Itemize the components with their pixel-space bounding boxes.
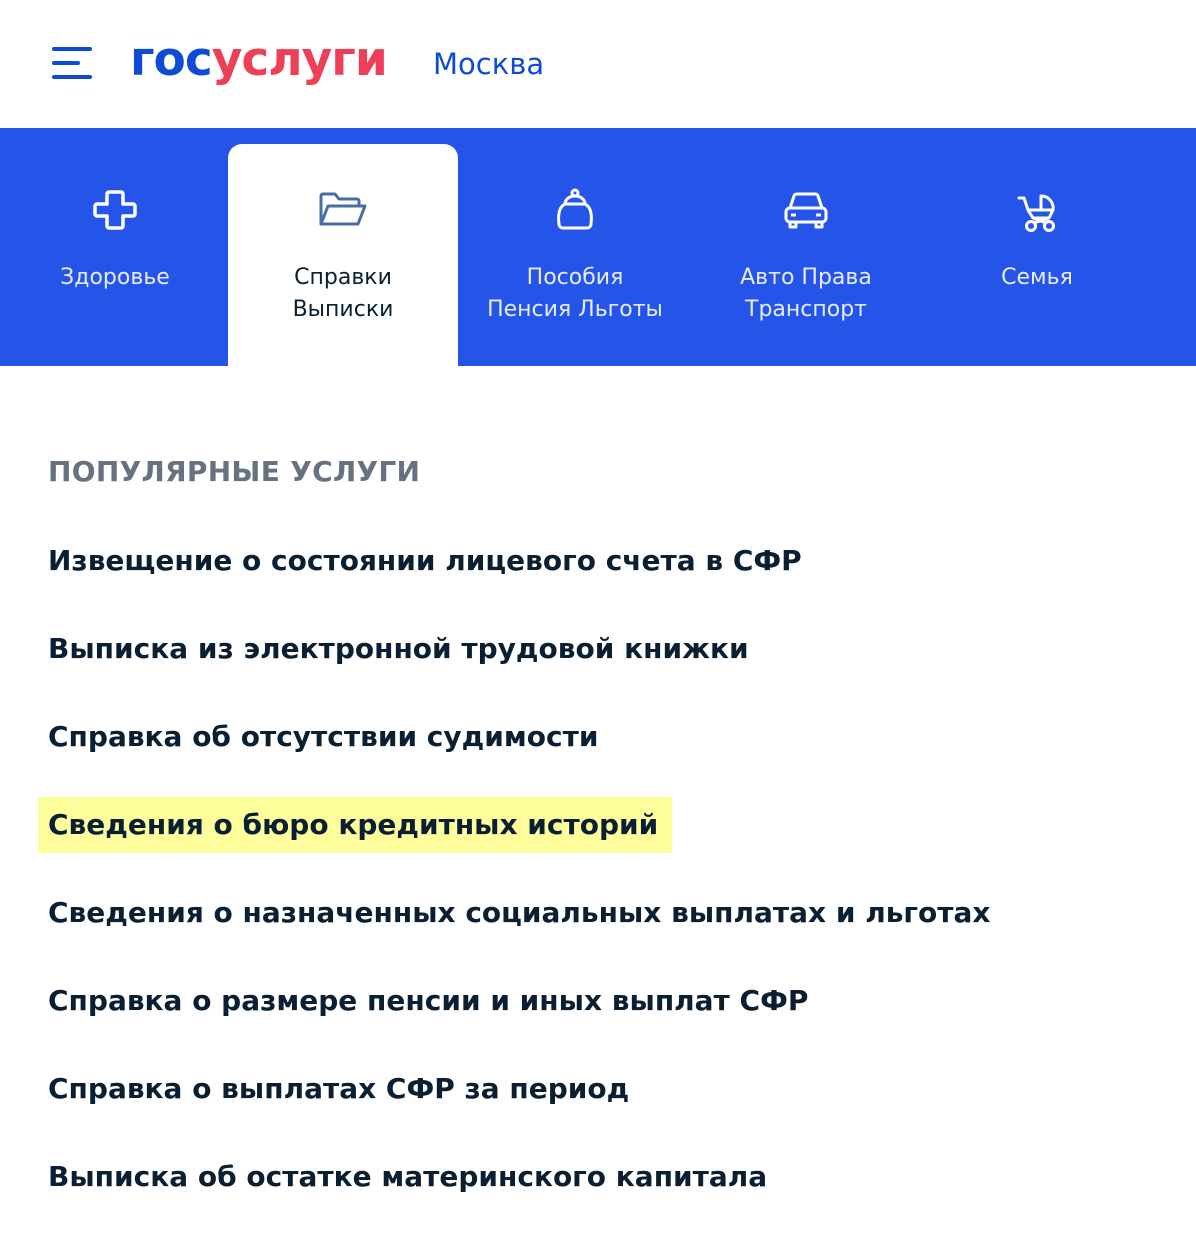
service-link-sfr-payments-period[interactable]: Справка о выплатах СФР за период <box>48 1069 629 1109</box>
category-benefits[interactable]: Пособия Пенсия Льготы <box>460 144 690 366</box>
category-label: Авто Права Транспорт <box>740 265 872 322</box>
city-selector[interactable]: Москва <box>433 44 544 84</box>
logo-part-gos: гос <box>130 32 213 87</box>
category-health[interactable]: Здоровье <box>0 144 230 366</box>
folder-icon <box>317 184 369 236</box>
car-icon <box>780 184 832 236</box>
category-label: Семья <box>1001 265 1073 290</box>
service-link-social-payments[interactable]: Сведения о назначенных социальных выплат… <box>48 893 990 933</box>
service-link-no-criminal-record[interactable]: Справка об отсутствии судимости <box>48 717 598 757</box>
logo-part-uslugi: услуги <box>211 32 388 87</box>
category-label: Пособия Пенсия Льготы <box>487 265 663 322</box>
category-bar: Здоровье Справки Выписки Пособия Пенсия … <box>0 128 1196 366</box>
stroller-icon <box>1011 184 1063 236</box>
category-label: Справки Выписки <box>292 265 394 322</box>
service-link-maternity-capital[interactable]: Выписка об остатке материнского капитала <box>48 1157 767 1197</box>
medical-cross-icon <box>89 184 141 236</box>
popular-services-title: ПОПУЛЯРНЫЕ УСЛУГИ <box>48 455 421 488</box>
category-label: Здоровье <box>60 265 170 290</box>
service-link-work-book[interactable]: Выписка из электронной трудовой книжки <box>48 629 749 669</box>
category-family[interactable]: Семья <box>922 144 1152 366</box>
service-link-credit-bureau[interactable]: Сведения о бюро кредитных историй <box>38 797 673 853</box>
gosuslugi-logo[interactable]: госуслуги <box>130 30 388 90</box>
header: госуслуги Москва <box>0 0 1196 128</box>
service-link-sfr-account[interactable]: Извещение о состоянии лицевого счета в С… <box>48 541 802 581</box>
burger-menu-icon[interactable] <box>52 47 92 81</box>
category-certificates[interactable]: Справки Выписки <box>228 144 458 366</box>
purse-icon <box>549 184 601 236</box>
service-link-pension-amount[interactable]: Справка о размере пенсии и иных выплат С… <box>48 981 808 1021</box>
category-auto[interactable]: Авто Права Транспорт <box>691 144 921 366</box>
